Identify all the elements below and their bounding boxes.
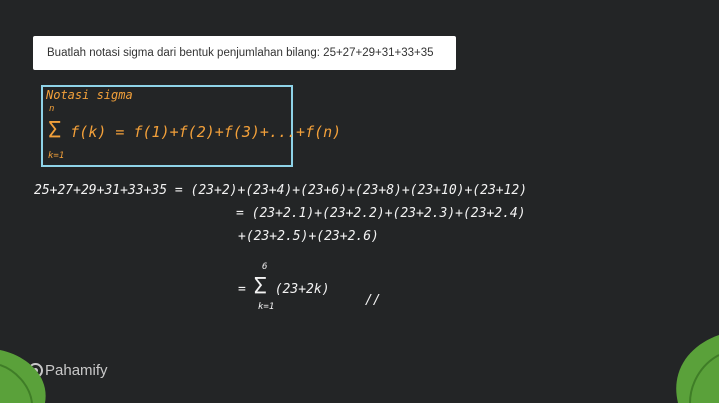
result-lower-limit: k=1 xyxy=(258,302,275,312)
question-text: Buatlah notasi sigma dari bentuk penjuml… xyxy=(47,47,434,59)
definition-title: Notasi sigma xyxy=(46,88,133,102)
result-body: (23+2k) xyxy=(274,282,330,297)
definition-lower-limit: k=1 xyxy=(48,151,65,161)
work-line-1: 25+27+29+31+33+35 = (23+2)+(23+4)+(23+6)… xyxy=(34,183,528,198)
leaf-left-icon xyxy=(0,350,46,403)
work-line-3: +(23+2.5)+(23+2.6) xyxy=(238,229,379,244)
result-sigma: Σ xyxy=(253,274,267,299)
question-bar: Buatlah notasi sigma dari bentuk penjuml… xyxy=(33,36,456,70)
work-line-2: = (23+2.1)+(23+2.2)+(23+2.3)+(23+2.4) xyxy=(236,206,526,221)
result-upper-limit: 6 xyxy=(262,262,268,272)
check-mark: // xyxy=(365,293,381,308)
result-line: = Σ (23+2k) xyxy=(238,274,330,299)
definition-formula: Σ f(k) = f(1)+f(2)+f(3)+...+f(n) xyxy=(48,118,341,143)
leaf-right-icon xyxy=(676,335,719,403)
definition-formula-body: f(k) = f(1)+f(2)+f(3)+...+f(n) xyxy=(70,123,342,141)
definition-sigma: Σ xyxy=(48,118,62,143)
definition-upper-limit: n xyxy=(49,104,55,114)
result-equals: = xyxy=(238,282,246,297)
